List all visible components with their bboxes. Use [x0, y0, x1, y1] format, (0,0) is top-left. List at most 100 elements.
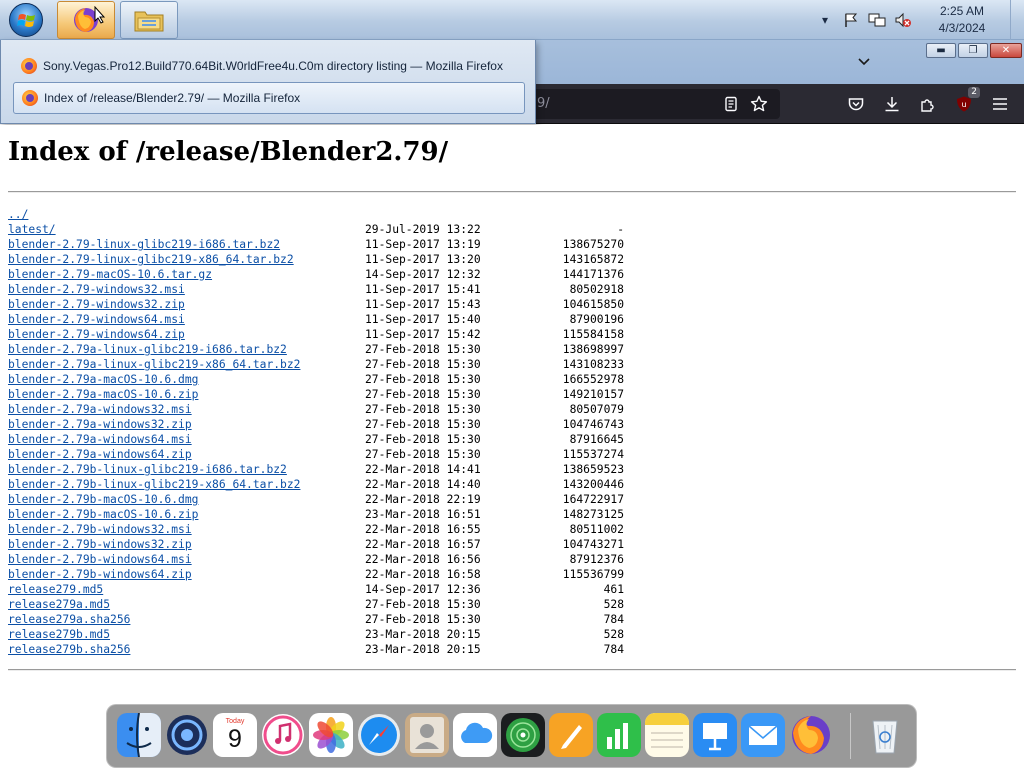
- taskbar-clock[interactable]: 2:25 AM 4/3/2024: [916, 3, 1008, 37]
- finder-icon[interactable]: [117, 713, 161, 757]
- file-link[interactable]: release279b.sha256: [8, 642, 130, 657]
- windows-taskbar: ▾ 2:25 AM 4/3/2024: [0, 0, 1024, 40]
- file-link[interactable]: blender-2.79b-windows32.msi: [8, 522, 192, 537]
- file-link[interactable]: blender-2.79a-linux-glibc219-x86_64.tar.…: [8, 357, 300, 372]
- firefox-icon: [21, 58, 37, 74]
- mail-icon[interactable]: [741, 713, 785, 757]
- file-link[interactable]: blender-2.79b-linux-glibc219-i686.tar.bz…: [8, 462, 287, 477]
- file-link[interactable]: release279a.sha256: [8, 612, 130, 627]
- calendar-icon[interactable]: Today 9: [213, 713, 257, 757]
- listing-row: blender-2.79b-windows64.msi 22-Mar-2018 1…: [8, 552, 648, 567]
- file-size: 138698997: [562, 343, 624, 356]
- music-icon[interactable]: [261, 713, 305, 757]
- file-link[interactable]: blender-2.79a-macOS-10.6.dmg: [8, 372, 198, 387]
- file-date: 11-Sep-2017 15:42: [365, 328, 481, 341]
- listing-row: blender-2.79-windows32.msi 11-Sep-2017 15…: [8, 282, 648, 297]
- file-link[interactable]: blender-2.79a-windows32.zip: [8, 417, 192, 432]
- icloud-icon[interactable]: [453, 713, 497, 757]
- file-link[interactable]: blender-2.79b-linux-glibc219-x86_64.tar.…: [8, 477, 300, 492]
- file-size: 144171376: [562, 268, 624, 281]
- file-date: 11-Sep-2017 13:19: [365, 238, 481, 251]
- file-link[interactable]: blender-2.79b-macOS-10.6.zip: [8, 507, 198, 522]
- bookmark-star-icon[interactable]: [747, 92, 771, 116]
- file-date: 27-Feb-2018 15:30: [365, 418, 481, 431]
- listing-row: release279.md5 14-Sep-2017 12:36 461: [8, 582, 648, 597]
- window-list-item-blender[interactable]: Index of /release/Blender2.79/ — Mozilla…: [13, 82, 525, 114]
- show-hidden-icons-icon[interactable]: ▾: [815, 10, 835, 30]
- file-link[interactable]: blender-2.79-macOS-10.6.tar.gz: [8, 267, 212, 282]
- web-page-content: Index of /release/Blender2.79/ ../latest…: [0, 125, 1024, 768]
- minimize-button[interactable]: ▬: [926, 43, 956, 58]
- file-link[interactable]: blender-2.79b-windows64.msi: [8, 552, 192, 567]
- extensions-icon[interactable]: [916, 92, 940, 116]
- downloads-icon[interactable]: [880, 92, 904, 116]
- pages-icon[interactable]: [549, 713, 593, 757]
- list-all-tabs-icon[interactable]: [850, 50, 878, 74]
- file-size: 87900196: [569, 313, 624, 326]
- file-size: 115584158: [562, 328, 624, 341]
- keynote-icon[interactable]: [693, 713, 737, 757]
- clock-time: 2:25 AM: [939, 4, 985, 18]
- file-link[interactable]: blender-2.79-windows32.zip: [8, 297, 185, 312]
- listing-row: blender-2.79-windows64.msi 11-Sep-2017 15…: [8, 312, 648, 327]
- clock-date: 4/3/2024: [938, 21, 986, 35]
- file-size: 461: [603, 583, 624, 596]
- directory-listing: ../latest/29-Jul-2019 13:22- blender-2.79…: [8, 207, 648, 657]
- file-size: 148273125: [562, 508, 624, 521]
- notes-icon[interactable]: [645, 713, 689, 757]
- restore-button[interactable]: ❐: [958, 43, 988, 58]
- file-date: 23-Mar-2018 20:15: [365, 628, 481, 641]
- find-my-icon[interactable]: [501, 713, 545, 757]
- trash-icon[interactable]: [863, 713, 907, 757]
- file-link[interactable]: blender-2.79-windows64.zip: [8, 327, 185, 342]
- taskbar-explorer-button[interactable]: [120, 1, 178, 39]
- file-link[interactable]: blender-2.79a-windows64.msi: [8, 432, 192, 447]
- safari-icon[interactable]: [357, 713, 401, 757]
- start-button[interactable]: [4, 1, 48, 39]
- photos-icon[interactable]: [309, 713, 353, 757]
- file-size: 80511002: [569, 523, 624, 536]
- show-desktop-button[interactable]: [1010, 0, 1024, 40]
- file-link[interactable]: blender-2.79b-windows64.zip: [8, 567, 192, 582]
- file-link[interactable]: blender-2.79-linux-glibc219-x86_64.tar.b…: [8, 252, 294, 267]
- calendar-month: Today: [225, 718, 245, 725]
- window-list-item-sony-vegas[interactable]: Sony.Vegas.Pro12.Build770.64Bit.W0rldFre…: [13, 50, 525, 82]
- file-link[interactable]: release279a.md5: [8, 597, 110, 612]
- reader-view-icon[interactable]: [719, 92, 743, 116]
- file-size: 149210157: [562, 388, 624, 401]
- file-link[interactable]: blender-2.79b-macOS-10.6.dmg: [8, 492, 198, 507]
- file-date: 14-Sep-2017 12:36: [365, 583, 481, 596]
- action-center-flag-icon[interactable]: [841, 10, 861, 30]
- pocket-icon[interactable]: [844, 92, 868, 116]
- close-button[interactable]: ✕: [990, 43, 1022, 58]
- file-link[interactable]: ../: [8, 207, 28, 222]
- network-icon[interactable]: [867, 10, 887, 30]
- file-link[interactable]: blender-2.79b-windows32.zip: [8, 537, 192, 552]
- launchpad-icon[interactable]: [165, 713, 209, 757]
- hamburger-menu-icon[interactable]: [988, 92, 1012, 116]
- file-link[interactable]: latest/: [8, 222, 56, 237]
- file-link[interactable]: release279b.md5: [8, 627, 110, 642]
- volume-muted-icon[interactable]: [893, 10, 913, 30]
- file-link[interactable]: blender-2.79a-windows64.zip: [8, 447, 192, 462]
- listing-row: blender-2.79b-windows32.msi 22-Mar-2018 1…: [8, 522, 648, 537]
- listing-row: blender-2.79b-linux-glibc219-i686.tar.bz…: [8, 462, 648, 477]
- file-link[interactable]: blender-2.79-linux-glibc219-i686.tar.bz2: [8, 237, 280, 252]
- firefox-icon[interactable]: [789, 713, 833, 757]
- listing-row: blender-2.79a-macOS-10.6.zip 27-Feb-2018 …: [8, 387, 648, 402]
- numbers-icon[interactable]: [597, 713, 641, 757]
- windows-logo-icon: [9, 3, 43, 37]
- taskbar-firefox-button[interactable]: [57, 1, 115, 39]
- app-dock: Today 9: [106, 704, 917, 768]
- ublock-origin-icon[interactable]: u 2: [952, 87, 980, 116]
- file-link[interactable]: blender-2.79a-macOS-10.6.zip: [8, 387, 198, 402]
- file-link[interactable]: blender-2.79a-windows32.msi: [8, 402, 192, 417]
- listing-row: release279a.md5 27-Feb-2018 15:30 528: [8, 597, 648, 612]
- file-link[interactable]: blender-2.79a-linux-glibc219-i686.tar.bz…: [8, 342, 287, 357]
- listing-row: blender-2.79a-windows32.zip 27-Feb-2018 1…: [8, 417, 648, 432]
- contacts-icon[interactable]: [405, 713, 449, 757]
- file-link[interactable]: blender-2.79-windows64.msi: [8, 312, 185, 327]
- file-link[interactable]: blender-2.79-windows32.msi: [8, 282, 185, 297]
- listing-row: ../: [8, 207, 648, 222]
- file-link[interactable]: release279.md5: [8, 582, 103, 597]
